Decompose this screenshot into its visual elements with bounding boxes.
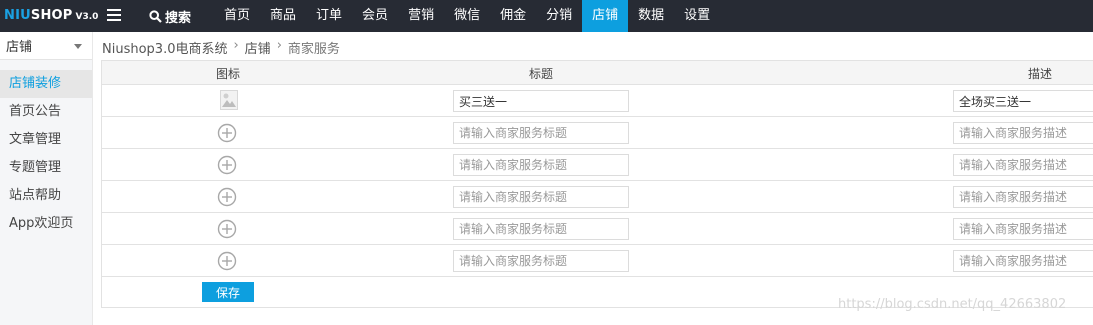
nav-item-distribution[interactable]: 分销 <box>536 0 582 32</box>
column-header-icon: 图标 <box>216 67 241 81</box>
table-row <box>102 245 1093 277</box>
service-title-input[interactable] <box>453 186 629 208</box>
table-header: 图标 标题 描述 <box>102 61 1093 85</box>
nav-item-settings[interactable]: 设置 <box>674 0 720 32</box>
breadcrumb-root[interactable]: Niushop3.0电商系统 <box>102 38 227 57</box>
nav-item-goods[interactable]: 商品 <box>260 0 306 32</box>
nav-item-commission[interactable]: 佣金 <box>490 0 536 32</box>
breadcrumb: Niushop3.0电商系统 › 店铺 › 商家服务 <box>102 38 340 57</box>
nav-item-marketing[interactable]: 营销 <box>398 0 444 32</box>
plus-circle-icon[interactable] <box>217 123 237 143</box>
chevron-down-icon <box>74 44 82 49</box>
column-header-title: 标题 <box>529 67 554 81</box>
brand-logo[interactable]: NIUSHOP V3.0 <box>4 8 98 24</box>
breadcrumb-current: 商家服务 <box>287 42 340 57</box>
brand-name-prefix: NIU <box>4 8 31 23</box>
plus-circle-icon[interactable] <box>217 187 237 207</box>
sidebar-select-label: 店铺 <box>6 40 33 55</box>
brand-name: NIUSHOP <box>4 8 73 23</box>
service-desc-input[interactable] <box>953 218 1093 240</box>
service-title-input[interactable] <box>453 218 629 240</box>
merchant-service-table: 图标 标题 描述 买三送一 全场买三送一 请输入商家服务标题 请输入商家服务描述… <box>101 60 1093 308</box>
nav-item-wechat[interactable]: 微信 <box>444 0 490 32</box>
table-row <box>102 149 1093 181</box>
search-icon <box>149 9 162 23</box>
breadcrumb-separator-icon: › <box>276 38 282 53</box>
service-desc-input[interactable] <box>953 90 1093 112</box>
sidebar-item-topic-management[interactable]: 专题管理 <box>0 154 92 182</box>
table-row <box>102 181 1093 213</box>
sidebar-item-article-management[interactable]: 文章管理 <box>0 126 92 154</box>
sidebar-item-home-notice[interactable]: 首页公告 <box>0 98 92 126</box>
sidebar-item-app-welcome[interactable]: App欢迎页 <box>0 210 92 238</box>
brand-name-suffix: SHOP <box>30 8 73 23</box>
plus-circle-icon[interactable] <box>217 155 237 175</box>
table-row <box>102 117 1093 149</box>
service-desc-input[interactable] <box>953 154 1093 176</box>
nav-item-orders[interactable]: 订单 <box>306 0 352 32</box>
main-nav: 首页 商品 订单 会员 营销 微信 佣金 分销 店铺 数据 设置 <box>214 0 720 32</box>
service-desc-input[interactable] <box>953 250 1093 272</box>
image-thumbnail[interactable] <box>220 90 238 110</box>
breadcrumb-middle[interactable]: 店铺 <box>245 38 271 57</box>
service-title-input[interactable] <box>453 90 629 112</box>
nav-item-data[interactable]: 数据 <box>628 0 674 32</box>
service-title-input[interactable] <box>453 250 629 272</box>
search-button[interactable]: 搜索 <box>149 7 192 26</box>
search-label: 搜索 <box>165 10 192 26</box>
sidebar-item-store-decoration[interactable]: 店铺装修 <box>0 70 92 98</box>
column-header-desc: 描述 <box>1028 67 1053 81</box>
sidebar-menu: 店铺装修 首页公告 文章管理 专题管理 站点帮助 App欢迎页 <box>0 70 92 238</box>
sidebar-module-select[interactable]: 店铺 <box>0 32 92 60</box>
sidebar-item-site-help[interactable]: 站点帮助 <box>0 182 92 210</box>
table-row <box>102 85 1093 117</box>
save-button[interactable]: 保存 <box>202 282 254 302</box>
watermark: https://blog.csdn.net/qq_42663802 <box>838 297 1067 312</box>
plus-circle-icon[interactable] <box>217 251 237 271</box>
service-title-input[interactable] <box>453 154 629 176</box>
service-desc-input[interactable] <box>953 122 1093 144</box>
service-desc-input[interactable] <box>953 186 1093 208</box>
table-row <box>102 213 1093 245</box>
nav-item-members[interactable]: 会员 <box>352 0 398 32</box>
plus-circle-icon[interactable] <box>217 219 237 239</box>
service-title-input[interactable] <box>453 122 629 144</box>
nav-item-store[interactable]: 店铺 <box>582 0 629 32</box>
top-navbar: NIUSHOP V3.0 搜索 首页 商品 订单 会员 营销 微信 佣金 分销 … <box>0 0 1093 32</box>
breadcrumb-separator-icon: › <box>233 38 239 53</box>
brand-version: V3.0 <box>75 12 99 22</box>
sidebar: 店铺 店铺装修 首页公告 文章管理 专题管理 站点帮助 App欢迎页 <box>0 32 93 325</box>
nav-item-home[interactable]: 首页 <box>214 0 260 32</box>
hamburger-menu-icon[interactable] <box>107 9 121 22</box>
